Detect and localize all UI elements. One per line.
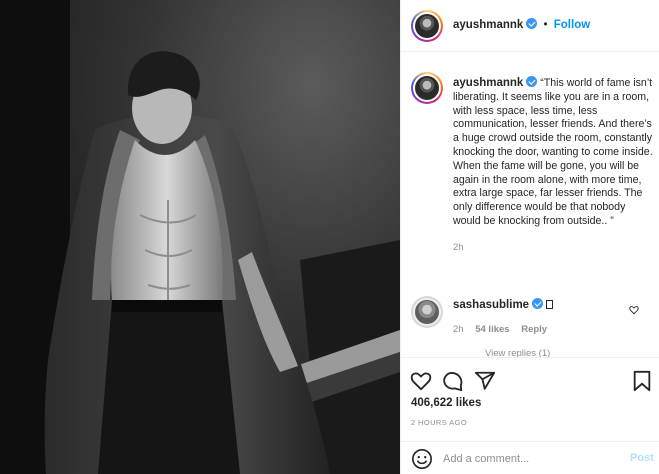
author-follow-row: ayushmannk • Follow bbox=[453, 18, 590, 31]
photo-figure bbox=[0, 0, 400, 474]
caption-time[interactable]: 2h bbox=[453, 241, 653, 255]
caption-text: “This world of fame isn’t liberating. It… bbox=[453, 77, 653, 227]
post-photo[interactable] bbox=[0, 0, 400, 474]
comment-likes[interactable]: 54 likes bbox=[475, 324, 509, 335]
share-icon[interactable] bbox=[474, 370, 496, 392]
author-avatar[interactable] bbox=[411, 10, 443, 42]
commenter-avatar[interactable] bbox=[411, 296, 443, 328]
post-caption: ayushmannk “This world of fame isn’t lib… bbox=[453, 76, 653, 255]
likes-count[interactable]: 406,622 likes bbox=[411, 397, 481, 409]
commenter-username[interactable]: sashasublime bbox=[453, 299, 529, 311]
caption-username[interactable]: ayushmannk bbox=[453, 77, 523, 89]
verified-badge-icon bbox=[532, 298, 544, 309]
heart-icon[interactable] bbox=[410, 370, 432, 392]
actions-section: 406,622 likes 2 HOURS AGO Post bbox=[401, 357, 659, 474]
view-replies-link[interactable]: View replies (1) bbox=[485, 348, 550, 357]
posted-time[interactable]: 2 HOURS AGO bbox=[411, 418, 467, 427]
bookmark-icon[interactable] bbox=[632, 370, 652, 392]
follow-button[interactable]: Follow bbox=[554, 19, 590, 31]
add-comment-input[interactable] bbox=[443, 450, 613, 468]
post-details-pane: ayushmannk • Follow ayushmannk “This wor… bbox=[400, 0, 659, 474]
comment-item: sashasublime bbox=[453, 298, 633, 312]
separator-dot: • bbox=[543, 19, 548, 31]
comment-emoji-glyph bbox=[546, 300, 554, 309]
verified-badge-icon bbox=[526, 18, 538, 29]
comment-icon[interactable] bbox=[442, 370, 464, 392]
comment-meta: 2h 54 likes Reply bbox=[453, 324, 556, 335]
smiley-icon[interactable] bbox=[411, 448, 433, 470]
add-comment-row: Post bbox=[401, 441, 659, 474]
reply-button[interactable]: Reply bbox=[521, 324, 547, 335]
comment-time[interactable]: 2h bbox=[453, 324, 464, 335]
caption-avatar[interactable] bbox=[411, 72, 443, 104]
small-heart-icon[interactable] bbox=[629, 305, 639, 315]
post-header: ayushmannk • Follow bbox=[401, 0, 659, 52]
author-username[interactable]: ayushmannk bbox=[453, 19, 523, 31]
verified-badge-icon bbox=[526, 76, 538, 87]
post-comment-button[interactable]: Post bbox=[630, 452, 654, 464]
view-replies-text: View replies (1) bbox=[485, 348, 551, 357]
